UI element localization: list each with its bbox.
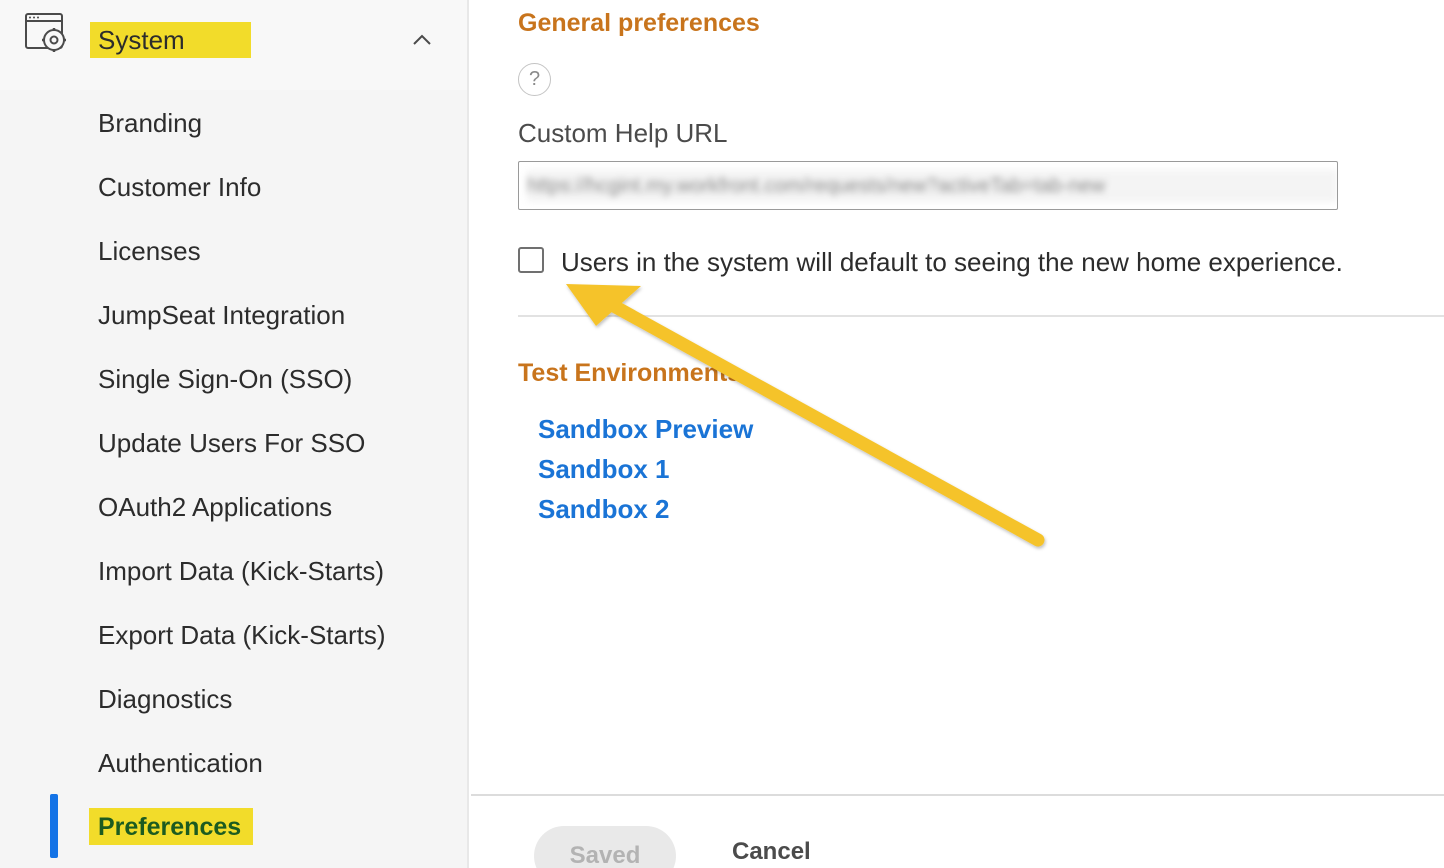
sidebar-item-jumpseat-integration[interactable]: JumpSeat Integration xyxy=(98,299,345,331)
system-section-label[interactable]: System xyxy=(90,22,251,58)
sidebar-item-customer-info[interactable]: Customer Info xyxy=(98,171,261,203)
test-environments-title: Test Environments xyxy=(518,359,742,387)
system-section-header[interactable]: System xyxy=(0,0,467,90)
sidebar-item-licenses[interactable]: Licenses xyxy=(98,235,201,267)
sidebar-item-sso[interactable]: Single Sign-On (SSO) xyxy=(98,363,352,395)
sidebar-item-preferences[interactable]: Preferences xyxy=(98,811,241,843)
sandbox-preview-link[interactable]: Sandbox Preview xyxy=(538,414,753,445)
custom-help-url-label: Custom Help URL xyxy=(518,118,728,148)
system-settings-icon xyxy=(25,13,66,52)
custom-help-url-value: https://hcgint.my.workfront.com/requests… xyxy=(527,170,1337,202)
help-icon[interactable]: ? xyxy=(518,63,551,96)
sidebar-item-export-data[interactable]: Export Data (Kick-Starts) xyxy=(98,619,386,651)
new-home-experience-checkbox[interactable] xyxy=(518,247,544,273)
sidebar-item-update-users-sso[interactable]: Update Users For SSO xyxy=(98,427,365,459)
sidebar-item-authentication[interactable]: Authentication xyxy=(98,747,263,779)
sidebar-item-branding[interactable]: Branding xyxy=(98,107,202,139)
main-content: General preferences ? Custom Help URL ht… xyxy=(471,0,1444,868)
saved-button[interactable]: Saved xyxy=(534,826,676,868)
sidebar-item-oauth2-applications[interactable]: OAuth2 Applications xyxy=(98,491,332,523)
sandbox-2-link[interactable]: Sandbox 2 xyxy=(538,494,669,525)
sandbox-1-link[interactable]: Sandbox 1 xyxy=(538,454,669,485)
active-indicator xyxy=(50,794,58,858)
general-preferences-title: General preferences xyxy=(518,9,760,37)
sidebar-item-diagnostics[interactable]: Diagnostics xyxy=(98,683,232,715)
sidebar-item-import-data[interactable]: Import Data (Kick-Starts) xyxy=(98,555,384,587)
sidebar: System Branding Customer Info Licenses J… xyxy=(0,0,469,868)
cancel-button[interactable]: Cancel xyxy=(732,838,811,866)
divider xyxy=(518,315,1444,317)
custom-help-url-input[interactable]: https://hcgint.my.workfront.com/requests… xyxy=(518,161,1338,210)
new-home-experience-label[interactable]: Users in the system will default to seei… xyxy=(561,247,1343,278)
footer-divider xyxy=(471,794,1444,796)
chevron-up-icon[interactable] xyxy=(406,24,438,56)
